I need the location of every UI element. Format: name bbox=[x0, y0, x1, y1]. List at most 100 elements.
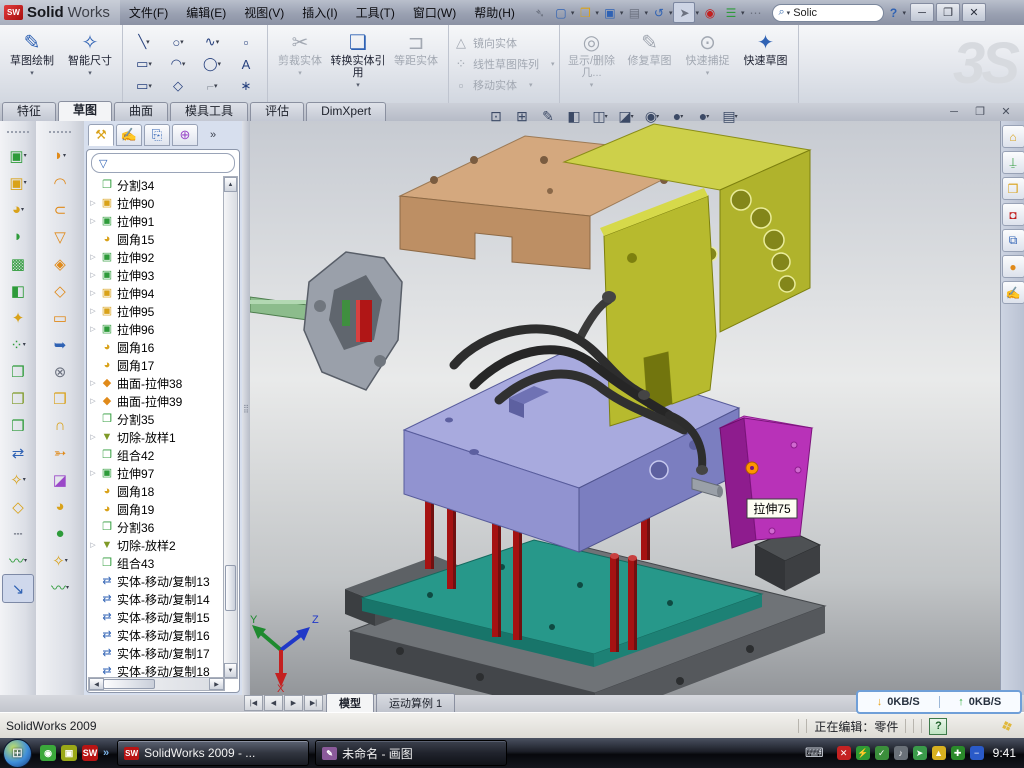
panel-overflow-chevron[interactable]: » bbox=[210, 129, 216, 141]
view-orientation-icon[interactable]: ◫▾ bbox=[588, 105, 612, 127]
tree-item[interactable]: ▷▣拉伸96 bbox=[89, 320, 225, 338]
select-icon-dropdown[interactable]: ▾ bbox=[695, 9, 699, 17]
chevron-down-icon[interactable]: ▾ bbox=[706, 113, 709, 120]
tree-item[interactable]: ▷▼切除-放样2 bbox=[89, 536, 225, 554]
nav-button-3[interactable]: ▶| bbox=[304, 695, 323, 711]
simple-hole-icon[interactable]: ◇ bbox=[3, 493, 33, 520]
linear-pattern-icon[interactable]: ⁘▾ bbox=[3, 331, 33, 358]
scroll-down-button[interactable]: ▼ bbox=[224, 663, 237, 678]
solidworks-quick-icon[interactable]: SW bbox=[82, 745, 98, 761]
move-copy-body-icon[interactable]: ⇄ bbox=[3, 439, 33, 466]
rapid-sketch-button[interactable]: ✦快速草图 bbox=[738, 28, 794, 101]
apply-scene-icon[interactable]: ●▾ bbox=[692, 105, 716, 127]
assembly-model[interactable]: 拉伸75 Y Z X bbox=[250, 121, 1000, 695]
tree-item[interactable]: ▷▣拉伸94 bbox=[89, 284, 225, 302]
options-icon-dropdown[interactable]: ▾ bbox=[741, 9, 745, 17]
chevron-down-icon[interactable]: ▾ bbox=[146, 38, 150, 46]
fillet-icon[interactable]: ◕▾ bbox=[3, 196, 33, 223]
open-file-icon[interactable]: ❒ bbox=[575, 3, 595, 22]
revolved-surface-icon[interactable]: ◠ bbox=[45, 169, 75, 196]
tree-item[interactable]: ▷▣拉伸90 bbox=[89, 194, 225, 212]
minimize-button[interactable]: ─ bbox=[910, 3, 934, 22]
nav-button-1[interactable]: ◀ bbox=[264, 695, 283, 711]
spline-curve-icon[interactable]: 〰▾ bbox=[3, 547, 33, 574]
tab-模具工具[interactable]: 模具工具 bbox=[170, 102, 248, 121]
tree-item[interactable]: ▷▣拉伸93 bbox=[89, 266, 225, 284]
chevron-down-icon[interactable]: ▾ bbox=[63, 152, 66, 159]
expand-arrow-icon[interactable]: ▷ bbox=[89, 217, 97, 225]
surface-fillet-icon[interactable]: ◕ bbox=[45, 493, 75, 520]
tree-item[interactable]: ⇄实体-移动/复制16 bbox=[89, 626, 225, 644]
point-tool[interactable]: ∗ bbox=[229, 75, 263, 97]
nav-button-2[interactable]: ▶ bbox=[284, 695, 303, 711]
expand-arrow-icon[interactable]: ▷ bbox=[89, 253, 97, 261]
child-minimize-button[interactable]: ─ bbox=[944, 105, 964, 119]
close-button[interactable]: ✕ bbox=[962, 3, 986, 22]
expand-arrow-icon[interactable]: ▷ bbox=[89, 541, 97, 549]
toolbar-grip[interactable] bbox=[7, 131, 29, 138]
quick-tips-icon[interactable]: ? bbox=[929, 718, 947, 735]
extruded-surface-icon[interactable]: ⊂ bbox=[45, 196, 75, 223]
circle-tool[interactable]: ○▾ bbox=[161, 31, 195, 53]
pin-icon[interactable]: ➴ bbox=[530, 3, 550, 22]
dome-icon[interactable]: ● bbox=[45, 520, 75, 547]
sketch-draw-button[interactable]: ✎草图绘制▾ bbox=[4, 28, 60, 101]
select-icon[interactable]: ➤ bbox=[673, 2, 695, 23]
toolbar-grip[interactable] bbox=[49, 131, 71, 138]
tree-item[interactable]: ◕圆角15 bbox=[89, 230, 225, 248]
ellipse-tool[interactable]: ◯▾ bbox=[195, 53, 229, 75]
chevron-down-icon[interactable]: ▾ bbox=[23, 476, 26, 483]
overflow-icon[interactable]: ⋯ bbox=[746, 3, 766, 22]
tree-item[interactable]: ❐分割34 bbox=[89, 176, 225, 194]
chevron-down-icon[interactable]: ▾ bbox=[23, 341, 26, 348]
graphics-viewport[interactable]: 拉伸75 Y Z X bbox=[250, 121, 1000, 695]
section-view-icon[interactable]: ◧ bbox=[562, 105, 586, 127]
chevron-down-icon[interactable]: ▾ bbox=[66, 584, 69, 591]
extend-surface-icon[interactable]: ➳ bbox=[45, 439, 75, 466]
restore-button[interactable]: ❐ bbox=[936, 3, 960, 22]
badge-icon[interactable]: ✓ bbox=[875, 746, 889, 760]
revolved-boss-icon[interactable]: ▩ bbox=[3, 250, 33, 277]
start-button[interactable]: ⊞ bbox=[3, 739, 32, 768]
chevron-down-icon[interactable]: ▾ bbox=[680, 113, 683, 120]
menu-item-3[interactable]: 插入(I) bbox=[293, 0, 346, 25]
chevron-down-icon[interactable]: ▾ bbox=[180, 38, 184, 46]
messenger-icon[interactable]: ◉ bbox=[40, 745, 56, 761]
search-dropdown-icon[interactable]: ▾ bbox=[787, 9, 791, 17]
expand-arrow-icon[interactable]: ▷ bbox=[89, 433, 97, 441]
appearances-icon[interactable]: ● bbox=[1002, 255, 1024, 278]
menu-item-5[interactable]: 窗口(W) bbox=[404, 0, 465, 25]
zoom-area-icon[interactable]: ⊞ bbox=[510, 105, 534, 127]
delete-face-icon[interactable]: ⊗ bbox=[45, 358, 75, 385]
tree-item[interactable]: ❐分割35 bbox=[89, 410, 225, 428]
dimxpertmanager-tab[interactable]: ⊕ bbox=[172, 124, 198, 146]
tab-特征[interactable]: 特征 bbox=[2, 102, 56, 121]
rebuild-icon[interactable]: ◉ bbox=[700, 3, 720, 22]
status-icon[interactable]: − bbox=[970, 746, 984, 760]
zoom-fit-icon[interactable]: ⊡ bbox=[484, 105, 508, 127]
hide-show-items-icon[interactable]: ◉▾ bbox=[640, 105, 664, 127]
expand-arrow-icon[interactable]: ▷ bbox=[89, 379, 97, 387]
tree-item[interactable]: ▷▣拉伸91 bbox=[89, 212, 225, 230]
tree-item[interactable]: ▷▣拉伸97 bbox=[89, 464, 225, 482]
custom-properties-icon[interactable]: ✍ bbox=[1002, 281, 1024, 304]
tab-DimXpert[interactable]: DimXpert bbox=[306, 102, 386, 121]
curve-icon[interactable]: 〰▾ bbox=[45, 574, 75, 601]
line-tool[interactable]: ╲▾ bbox=[127, 31, 161, 53]
tree-item[interactable]: ◕圆角19 bbox=[89, 500, 225, 518]
chevron-down-icon[interactable]: ▾ bbox=[735, 113, 738, 120]
chevron-down-icon[interactable]: ▾ bbox=[24, 557, 27, 564]
chevron-down-icon[interactable]: ▾ bbox=[30, 69, 34, 77]
tree-item[interactable]: ▷▣拉伸95 bbox=[89, 302, 225, 320]
curve-points-icon[interactable]: ┄ bbox=[3, 520, 33, 547]
tab-运动算例 1[interactable]: 运动算例 1 bbox=[376, 693, 455, 712]
view-settings-icon[interactable]: ▤▾ bbox=[718, 105, 742, 127]
options-icon[interactable]: ☰ bbox=[721, 3, 741, 22]
chevron-down-icon[interactable]: ▾ bbox=[24, 179, 27, 186]
chevron-down-icon[interactable]: ▾ bbox=[148, 60, 152, 68]
convert-entities-button[interactable]: ❏转换实体引用▾ bbox=[330, 28, 386, 101]
knit-surface-icon[interactable]: ➥ bbox=[45, 331, 75, 358]
delete-body-icon[interactable]: ✧▾ bbox=[3, 466, 33, 493]
volume-icon[interactable]: ♪ bbox=[894, 746, 908, 760]
chevron-down-icon[interactable]: ▾ bbox=[21, 206, 24, 213]
